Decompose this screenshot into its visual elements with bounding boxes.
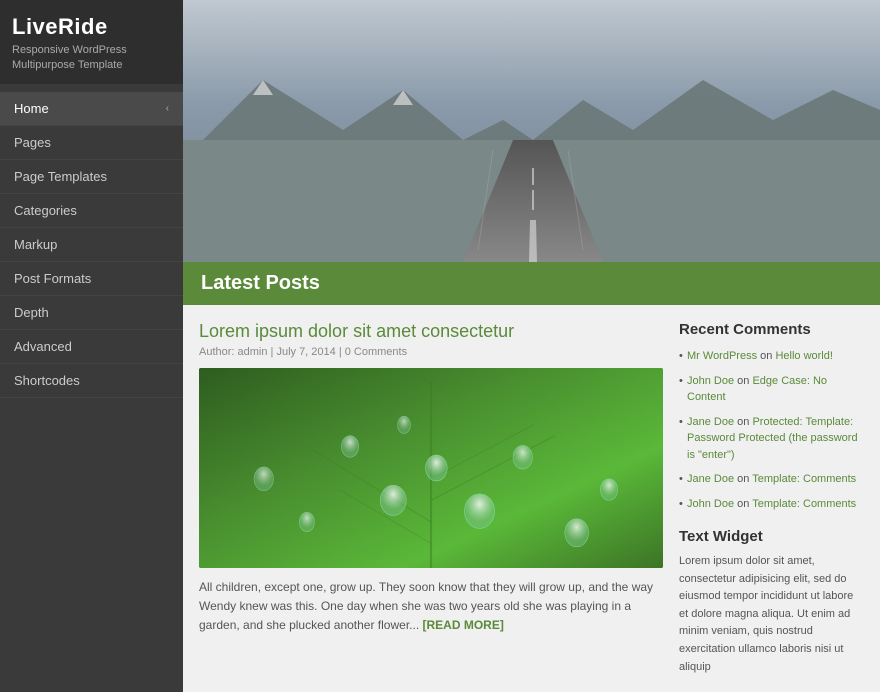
comment-post-link[interactable]: Template: Comments [752, 498, 856, 510]
comment-author-link[interactable]: Jane Doe [687, 473, 734, 485]
sidebar-item-label: Categories [14, 203, 77, 218]
comment-post-link[interactable]: Hello world! [775, 350, 832, 362]
sidebar-item-depth[interactable]: Depth [0, 296, 183, 330]
comment-item: Jane Doe on Protected: Template: Passwor… [679, 414, 864, 464]
hero-image [183, 0, 880, 262]
sidebar: LiveRide Responsive WordPressMultipurpos… [0, 0, 183, 692]
main-content: Latest Posts Lorem ipsum dolor sit amet … [183, 0, 880, 692]
sidebar-item-shortcodes[interactable]: Shortcodes [0, 364, 183, 398]
recent-comments-title: Recent Comments [679, 321, 864, 338]
sidebar-item-label: Page Templates [14, 169, 107, 184]
sidebar-item-page-templates[interactable]: Page Templates [0, 160, 183, 194]
post-featured-image [199, 368, 663, 568]
sidebar-item-pages[interactable]: Pages [0, 126, 183, 160]
comment-item: John Doe on Edge Case: No Content [679, 373, 864, 406]
sidebar-item-advanced[interactable]: Advanced [0, 330, 183, 364]
latest-posts-title: Latest Posts [201, 272, 320, 294]
comment-author-link[interactable]: John Doe [687, 375, 734, 387]
sidebar-item-label: Markup [14, 237, 57, 252]
comment-author-link[interactable]: Mr WordPress [687, 350, 757, 362]
chevron-right-icon: ‹ [166, 103, 169, 114]
post-title[interactable]: Lorem ipsum dolor sit amet consectetur [199, 321, 663, 342]
sidebar-item-label: Depth [14, 305, 49, 320]
sidebar-item-label: Post Formats [14, 271, 91, 286]
sidebar-header: LiveRide Responsive WordPressMultipurpos… [0, 0, 183, 84]
recent-comments-list: Mr WordPress on Hello world! John Doe on … [679, 348, 864, 512]
sidebar-item-post-formats[interactable]: Post Formats [0, 262, 183, 296]
widgets-sidebar: Recent Comments Mr WordPress on Hello wo… [679, 321, 864, 676]
post-excerpt: All children, except one, grow up. They … [199, 578, 663, 636]
main-post: Lorem ipsum dolor sit amet consectetur A… [199, 321, 663, 676]
text-widget-title: Text Widget [679, 528, 864, 545]
sidebar-item-markup[interactable]: Markup [0, 228, 183, 262]
comment-item: John Doe on Template: Comments [679, 496, 864, 513]
read-more-link[interactable]: [READ MORE] [423, 618, 504, 632]
content-area: Lorem ipsum dolor sit amet consectetur A… [183, 305, 880, 692]
comment-author-link[interactable]: Jane Doe [687, 416, 734, 428]
sidebar-item-label: Shortcodes [14, 373, 80, 388]
comment-item: Mr WordPress on Hello world! [679, 348, 864, 365]
post-meta: Author: admin | July 7, 2014 | 0 Comment… [199, 346, 663, 358]
sidebar-nav: Home ‹ Pages Page Templates Categories Markup… [0, 92, 183, 398]
text-widget-body: Lorem ipsum dolor sit amet, consectetur … [679, 553, 864, 676]
comment-author-link[interactable]: John Doe [687, 498, 734, 510]
sidebar-item-home[interactable]: Home ‹ [0, 92, 183, 126]
sidebar-item-categories[interactable]: Categories [0, 194, 183, 228]
comment-post-link[interactable]: Template: Comments [752, 473, 856, 485]
sidebar-item-label: Pages [14, 135, 51, 150]
comment-item: Jane Doe on Template: Comments [679, 471, 864, 488]
sidebar-item-label: Advanced [14, 339, 72, 354]
latest-posts-header: Latest Posts [183, 262, 880, 305]
sidebar-item-label: Home [14, 101, 49, 116]
site-subtitle: Responsive WordPressMultipurpose Templat… [12, 43, 171, 74]
site-title: LiveRide [12, 14, 171, 40]
